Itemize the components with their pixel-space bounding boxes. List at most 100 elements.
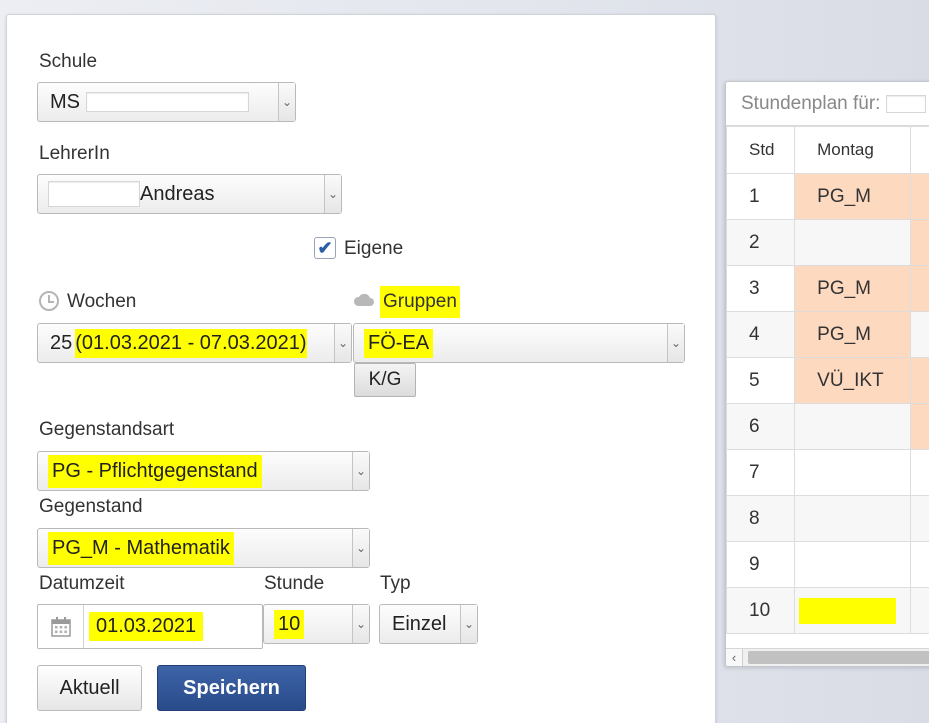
gegenstand-label: Gegenstand <box>39 496 143 517</box>
chevron-down-icon: ⌄ <box>334 324 351 362</box>
table-row: 4 PG_M <box>726 311 929 358</box>
eigene-label: Eigene <box>344 238 404 259</box>
table-row: 10 <box>726 587 929 634</box>
period-number: 6 <box>726 403 796 450</box>
timetable-title: Stundenplan für: <box>741 92 881 114</box>
chevron-down-icon: ⌄ <box>278 83 295 121</box>
period-number: 8 <box>726 495 796 542</box>
schule-label: Schule <box>39 51 98 72</box>
chevron-down-icon: ⌄ <box>667 324 684 362</box>
table-row: 6 <box>726 403 929 450</box>
gruppen-value: FÖ-EA <box>364 328 434 358</box>
lesson-cell[interactable] <box>909 173 929 220</box>
wochen-label: Wochen <box>67 291 137 312</box>
period-number: 3 <box>726 265 796 312</box>
lesson-cell[interactable] <box>794 449 911 496</box>
gegenstandsart-label: Gegenstandsart <box>39 419 175 440</box>
redacted-text <box>86 92 249 112</box>
table-row: 5 VÜ_IKT <box>726 357 929 404</box>
gegenstand-value: PG_M - Mathematik <box>48 531 234 565</box>
typ-label: Typ <box>380 573 411 594</box>
table-row: 7 <box>726 449 929 496</box>
timetable-header-row: Std Montag <box>726 126 929 174</box>
period-number: 2 <box>726 219 796 266</box>
chevron-down-icon: ⌄ <box>352 452 369 490</box>
column-header-next <box>909 126 929 174</box>
lesson-cell[interactable]: PG_M <box>794 265 911 312</box>
period-number: 9 <box>726 541 796 588</box>
period-number: 1 <box>726 173 796 220</box>
redacted-text <box>48 181 140 207</box>
chevron-down-icon: ⌄ <box>324 175 341 213</box>
period-number: 5 <box>726 357 796 404</box>
cloud-icon <box>353 293 374 306</box>
clock-icon <box>39 291 59 311</box>
lesson-cell[interactable] <box>909 403 929 450</box>
lesson-cell[interactable] <box>909 449 929 496</box>
schule-value: MS <box>50 90 80 113</box>
lesson-cell[interactable] <box>909 587 929 634</box>
period-number: 7 <box>726 449 796 496</box>
period-number: 4 <box>726 311 796 358</box>
lesson-cell[interactable] <box>909 495 929 542</box>
lesson-cell[interactable] <box>794 219 911 266</box>
lesson-cell[interactable] <box>794 403 911 450</box>
table-row: 8 <box>726 495 929 542</box>
chevron-down-icon: ⌄ <box>352 529 369 567</box>
kg-button[interactable]: K/G <box>354 363 416 397</box>
aktuell-button[interactable]: Aktuell <box>37 665 142 711</box>
wochen-select[interactable]: 25 (01.03.2021 - 07.03.2021) ⌄ <box>37 323 352 363</box>
eigene-checkbox[interactable]: ✔ <box>314 237 336 259</box>
stunde-select[interactable]: 10 ⌄ <box>263 604 370 644</box>
lehrerin-value: Andreas <box>140 182 215 205</box>
schule-select[interactable]: MS ⌄ <box>37 82 296 122</box>
chevron-left-icon[interactable]: ‹ <box>726 649 743 666</box>
lesson-cell[interactable] <box>909 541 929 588</box>
lesson-cell[interactable] <box>909 219 929 266</box>
calendar-icon[interactable] <box>38 605 84 648</box>
lesson-cell[interactable]: PG_M <box>794 173 911 220</box>
stunde-value: 10 <box>274 609 305 639</box>
period-number: 10 <box>726 587 796 634</box>
week-range: (01.03.2021 - 07.03.2021) <box>75 328 307 358</box>
timetable-window: Stundenplan für: Std Montag 1 PG_M 2 3 P… <box>725 81 929 667</box>
lesson-cell-selected[interactable] <box>794 587 911 634</box>
lesson-cell[interactable] <box>794 495 911 542</box>
week-number: 25 <box>50 331 73 354</box>
horizontal-scrollbar[interactable]: ‹ <box>726 648 929 666</box>
lehrerin-label: LehrerIn <box>39 143 110 164</box>
chevron-down-icon: ⌄ <box>460 605 477 643</box>
lesson-cell[interactable]: PG_M <box>794 311 911 358</box>
table-row: 2 <box>726 219 929 266</box>
checkmark-icon: ✔ <box>317 237 333 258</box>
gegenstandsart-value: PG - Pflichtgegenstand <box>48 454 262 488</box>
speichern-button[interactable]: Speichern <box>157 665 306 711</box>
timetable-header: Stundenplan für: <box>726 82 929 126</box>
scrollbar-thumb[interactable] <box>748 651 929 664</box>
lesson-cell[interactable]: VÜ_IKT <box>794 357 911 404</box>
lesson-cell[interactable] <box>794 541 911 588</box>
table-row: 3 PG_M <box>726 265 929 312</box>
lesson-cell[interactable] <box>909 311 929 358</box>
lehrerin-select[interactable]: Andreas ⌄ <box>37 174 342 214</box>
typ-select[interactable]: Einzel ⌄ <box>379 604 478 644</box>
gruppen-select[interactable]: FÖ-EA ⌄ <box>353 323 685 363</box>
gegenstand-select[interactable]: PG_M - Mathematik ⌄ <box>37 528 370 568</box>
column-header-std: Std <box>726 126 796 174</box>
gruppen-label: Gruppen <box>380 286 460 318</box>
table-row: 1 PG_M <box>726 173 929 220</box>
lesson-cell[interactable] <box>909 265 929 312</box>
datumzeit-input[interactable]: 01.03.2021 <box>37 604 263 649</box>
stunde-label: Stunde <box>264 573 325 594</box>
datumzeit-label: Datumzeit <box>39 573 125 594</box>
column-header-montag: Montag <box>794 126 911 174</box>
chevron-down-icon: ⌄ <box>352 605 369 643</box>
gegenstandsart-select[interactable]: PG - Pflichtgegenstand ⌄ <box>37 451 370 491</box>
redacted-text <box>886 94 927 113</box>
typ-value: Einzel <box>392 612 447 635</box>
table-row: 9 <box>726 541 929 588</box>
timetable: Std Montag 1 PG_M 2 3 PG_M 4 PG_M 5 VÜ_I… <box>726 126 929 634</box>
lesson-form-panel: Schule MS ⌄ LehrerIn Andreas ⌄ ✔ Eigene … <box>6 14 716 723</box>
lesson-cell[interactable] <box>909 357 929 404</box>
selected-slot-highlight <box>799 597 897 624</box>
